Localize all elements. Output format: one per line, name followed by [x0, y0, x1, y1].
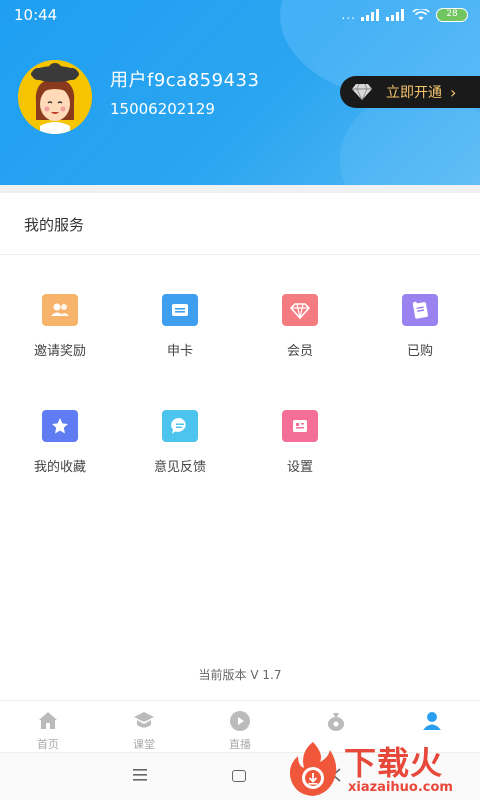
- service-favorites[interactable]: 我的收藏: [0, 406, 120, 486]
- classroom-icon: [134, 712, 154, 728]
- profile-header: 10:44 ... 28 用户f9ca859433 15006202129 立即…: [0, 0, 480, 185]
- home-button-icon[interactable]: [232, 770, 246, 782]
- play-icon: [230, 711, 250, 731]
- service-label: 我的收藏: [33, 460, 86, 475]
- service-settings[interactable]: 设置: [240, 406, 360, 486]
- status-bar: 10:44 ... 28: [0, 0, 480, 30]
- chat-bubble-icon: [162, 410, 198, 442]
- card-icon: [162, 294, 198, 326]
- service-label: 已购: [406, 344, 433, 359]
- status-time: 10:44: [14, 6, 58, 24]
- tab-label: 直播: [229, 738, 251, 751]
- service-feedback[interactable]: 意见反馈: [120, 406, 240, 486]
- flame-logo-icon: [289, 742, 337, 796]
- avatar[interactable]: [18, 60, 92, 134]
- diamond-icon: [352, 84, 372, 100]
- purchased-icon: [402, 294, 438, 326]
- tab-live[interactable]: 直播: [192, 709, 288, 752]
- cell-signal-icon: [361, 9, 379, 21]
- section-divider: [0, 185, 480, 193]
- signal-dots: ...: [341, 8, 356, 22]
- diamond-icon: [282, 294, 318, 326]
- service-apply-card[interactable]: 申卡: [120, 290, 240, 370]
- service-invite-rewards[interactable]: 邀请奖励: [0, 290, 120, 370]
- divider: [0, 254, 480, 255]
- service-label: 邀请奖励: [33, 344, 86, 359]
- services-title: 我的服务: [24, 216, 85, 234]
- profile-icon: [423, 712, 441, 730]
- wifi-icon: [412, 9, 430, 21]
- vip-button-label: 立即开通: [386, 85, 442, 101]
- tab-home[interactable]: 首页: [0, 709, 96, 752]
- vip-activate-button[interactable]: 立即开通 ›: [340, 76, 480, 108]
- watermark-url: xiazaihuo.com: [348, 780, 453, 795]
- watermark-title: 下载火: [344, 744, 444, 782]
- tab-profile[interactable]: [384, 709, 480, 736]
- tab-label: 课堂: [133, 738, 155, 751]
- menu-icon[interactable]: [133, 769, 147, 781]
- cell-signal-icon: [386, 9, 404, 21]
- tab-classroom[interactable]: 课堂: [96, 709, 192, 752]
- avatar-illustration: [18, 60, 92, 134]
- watermark: 下载火 xiazaihuo.com: [276, 736, 480, 800]
- service-label: 意见反馈: [153, 460, 206, 475]
- service-label: 设置: [286, 460, 313, 475]
- service-label: 会员: [286, 344, 313, 359]
- tab-earnings[interactable]: [288, 709, 384, 736]
- invite-users-icon: [42, 294, 78, 326]
- battery-icon: 28: [436, 8, 468, 22]
- service-purchased[interactable]: 已购: [360, 290, 480, 370]
- home-icon: [39, 712, 57, 729]
- service-label: 申卡: [166, 344, 193, 359]
- version-text: 当前版本 V 1.7: [198, 668, 282, 682]
- username: 用户f9ca859433: [110, 70, 260, 91]
- phone-number: 15006202129: [110, 100, 215, 118]
- star-icon: [42, 410, 78, 442]
- status-icons: ... 28: [342, 8, 468, 22]
- tab-label: 首页: [37, 738, 59, 751]
- settings-icon: [282, 410, 318, 442]
- chevron-right-icon: ›: [450, 82, 457, 102]
- service-membership[interactable]: 会员: [240, 290, 360, 370]
- money-bag-icon: [328, 713, 344, 731]
